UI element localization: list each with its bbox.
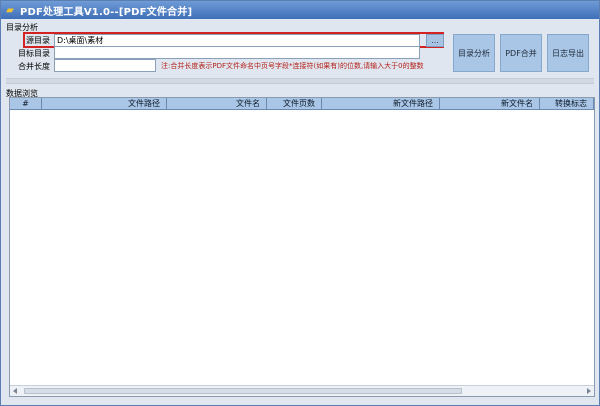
column-header-new-file-name[interactable]: 新文件名 xyxy=(440,98,540,109)
merge-length-label: 合并长度 xyxy=(18,62,50,71)
scroll-left-icon[interactable] xyxy=(13,388,17,394)
target-dir-label: 目标目录 xyxy=(18,49,50,58)
column-header-index[interactable]: # xyxy=(10,98,42,109)
column-header-new-file-path[interactable]: 新文件路径 xyxy=(322,98,440,109)
merge-button[interactable]: PDF合并 xyxy=(500,34,542,72)
browse-label: ... xyxy=(431,36,439,45)
merge-length-input[interactable] xyxy=(54,59,156,72)
data-grid[interactable]: # 文件路径 文件名 文件页数 新文件路径 新文件名 转换标志 xyxy=(9,97,595,397)
column-header-file-path[interactable]: 文件路径 xyxy=(42,98,167,109)
export-log-button[interactable]: 日志导出 xyxy=(547,34,589,72)
app-window: ▰ PDF处理工具V1.0--[PDF文件合并] 目录分析 源目录 ... 目标… xyxy=(0,0,600,406)
horizontal-scrollbar[interactable] xyxy=(10,385,594,396)
group-label-dir-analysis: 目录分析 xyxy=(6,23,38,32)
grid-header: # 文件路径 文件名 文件页数 新文件路径 新文件名 转换标志 xyxy=(10,98,594,110)
analyze-button-label: 目录分析 xyxy=(458,48,490,58)
folder-icon: ▰ xyxy=(6,4,14,16)
merge-button-label: PDF合并 xyxy=(505,48,537,58)
column-header-file-name[interactable]: 文件名 xyxy=(167,98,267,109)
browse-button[interactable]: ... xyxy=(426,34,444,47)
column-header-page-count[interactable]: 文件页数 xyxy=(267,98,322,109)
scroll-right-icon[interactable] xyxy=(587,388,591,394)
source-dir-label: 源目录 xyxy=(26,36,50,45)
export-log-button-label: 日志导出 xyxy=(552,48,584,58)
window-title: PDF处理工具V1.0--[PDF文件合并] xyxy=(20,6,193,18)
merge-length-note: 注:合并长度表示PDF文件命名中页号字段*连接符(如果有)的位数,请输入大于0的… xyxy=(161,62,424,70)
title-bar: ▰ PDF处理工具V1.0--[PDF文件合并] xyxy=(1,1,599,19)
section-divider xyxy=(6,78,594,84)
analyze-button[interactable]: 目录分析 xyxy=(453,34,495,72)
target-dir-input[interactable] xyxy=(54,46,420,59)
column-header-convert-flag[interactable]: 转换标志 xyxy=(540,98,594,109)
scroll-thumb[interactable] xyxy=(24,388,462,394)
